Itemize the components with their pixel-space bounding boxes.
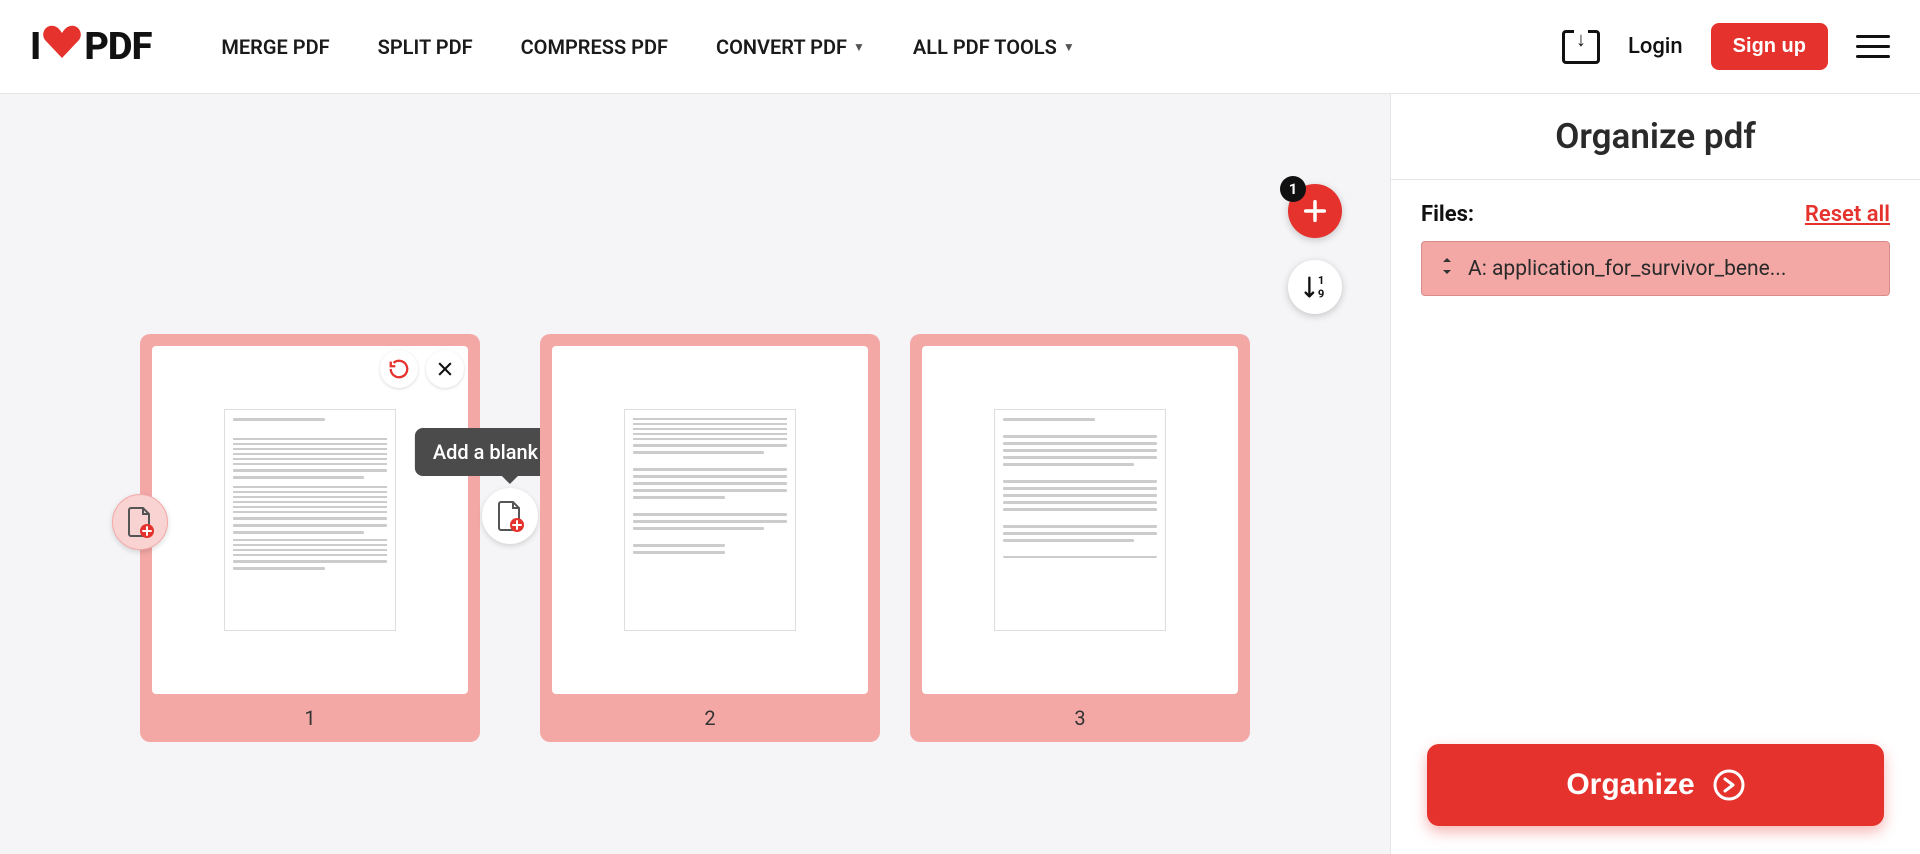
- main-nav: MERGE PDF SPLIT PDF COMPRESS PDF CONVERT…: [221, 35, 1074, 59]
- nav-split-label: SPLIT PDF: [378, 35, 473, 59]
- add-file-button[interactable]: 1: [1288, 184, 1342, 238]
- drag-handle-icon[interactable]: [1440, 256, 1454, 281]
- nav-convert[interactable]: CONVERT PDF ▼: [716, 35, 865, 59]
- chevron-down-icon: ▼: [1063, 40, 1075, 54]
- logo-text-right: PDF: [84, 25, 151, 69]
- chevron-down-icon: ▼: [853, 40, 865, 54]
- page-number: 3: [1074, 694, 1085, 730]
- arrow-right-circle-icon: [1713, 769, 1745, 801]
- menu-icon[interactable]: [1856, 28, 1890, 65]
- page-controls: [380, 350, 464, 388]
- workspace: 1 1 9: [0, 94, 1390, 854]
- page-preview: [922, 346, 1238, 694]
- page-number: 2: [704, 694, 715, 730]
- logo-text-left: I: [30, 25, 40, 69]
- nav-merge-label: MERGE PDF: [221, 35, 329, 59]
- nav-all-tools[interactable]: ALL PDF TOOLS ▼: [913, 35, 1075, 59]
- svg-text:1: 1: [1318, 274, 1324, 287]
- nav-compress[interactable]: COMPRESS PDF: [521, 35, 668, 59]
- sidebar: Organize pdf Files: Reset all A: applica…: [1390, 94, 1920, 854]
- files-header: Files: Reset all: [1391, 180, 1920, 241]
- header: I PDF MERGE PDF SPLIT PDF COMPRESS PDF C…: [0, 0, 1920, 94]
- page-number: 1: [304, 694, 315, 730]
- sidebar-footer: Organize: [1391, 718, 1920, 854]
- reset-all-link[interactable]: Reset all: [1805, 202, 1890, 227]
- nav-split[interactable]: SPLIT PDF: [378, 35, 473, 59]
- insert-blank-page-button[interactable]: [482, 488, 538, 544]
- page-preview: [152, 346, 468, 694]
- sort-button[interactable]: 1 9: [1288, 260, 1342, 314]
- nav-compress-label: COMPRESS PDF: [521, 35, 668, 59]
- fab-stack: 1 1 9: [1288, 184, 1342, 314]
- nav-merge[interactable]: MERGE PDF: [221, 35, 329, 59]
- organize-button[interactable]: Organize: [1427, 744, 1884, 826]
- page-thumbnail-2[interactable]: 2: [540, 334, 880, 742]
- nav-convert-label: CONVERT PDF: [716, 35, 847, 59]
- main: 1 1 9: [0, 94, 1920, 854]
- file-name: A: application_for_survivor_bene...: [1468, 257, 1786, 281]
- page-thumbnail-3[interactable]: 3: [910, 334, 1250, 742]
- signup-button[interactable]: Sign up: [1711, 23, 1828, 70]
- sidebar-title: Organize pdf: [1391, 94, 1920, 180]
- heart-icon: [42, 24, 82, 70]
- logo[interactable]: I PDF: [30, 24, 151, 70]
- desktop-download-icon[interactable]: [1562, 30, 1600, 64]
- file-count-badge: 1: [1280, 176, 1306, 202]
- pages-row: 1 Add a blank page: [140, 334, 1250, 742]
- insert-blank-page-button[interactable]: [112, 494, 168, 550]
- svg-text:9: 9: [1318, 287, 1324, 300]
- remove-page-button[interactable]: [426, 350, 464, 388]
- organize-button-label: Organize: [1566, 768, 1694, 802]
- page-thumbnail-1[interactable]: 1: [140, 334, 480, 742]
- login-link[interactable]: Login: [1628, 34, 1683, 59]
- files-label: Files:: [1421, 202, 1474, 227]
- header-right: Login Sign up: [1562, 23, 1890, 70]
- file-row-a[interactable]: A: application_for_survivor_bene...: [1421, 241, 1890, 296]
- page-preview: [552, 346, 868, 694]
- rotate-page-button[interactable]: [380, 350, 418, 388]
- nav-all-label: ALL PDF TOOLS: [913, 35, 1057, 59]
